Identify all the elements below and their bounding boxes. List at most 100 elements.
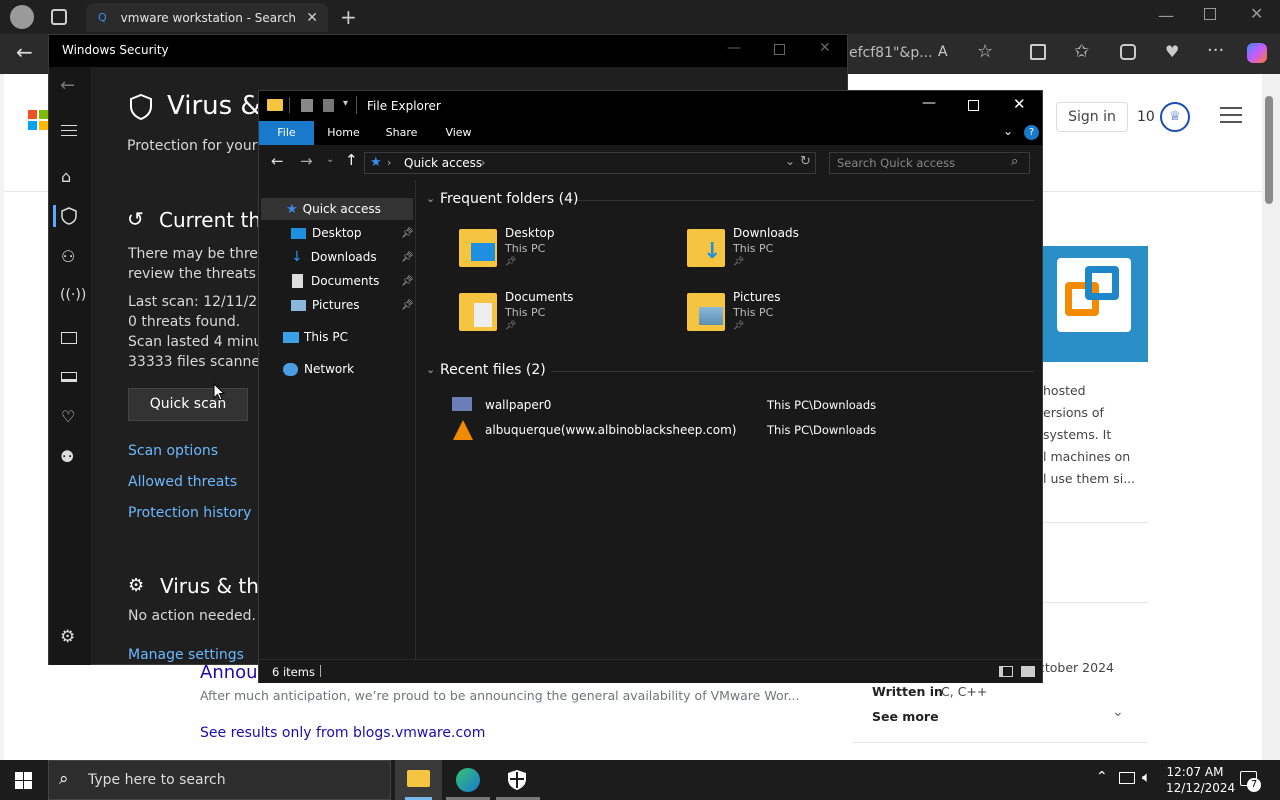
tab-search[interactable]: Q vmware workstation - Search ✕: [86, 3, 328, 32]
device-health-icon[interactable]: ♡: [61, 407, 75, 426]
see-more-link[interactable]: See more: [872, 709, 939, 724]
collections-icon[interactable]: [1120, 44, 1136, 60]
settings-gear-icon[interactable]: ⚙: [60, 627, 75, 647]
knowledge-snippet: hosted ersions of systems. It l machines…: [1043, 383, 1136, 486]
menu-icon[interactable]: [61, 125, 77, 136]
taskbar-file-explorer[interactable]: [395, 760, 442, 800]
recent-file-row[interactable]: albuquerque(www.albinoblacksheep.com) Th…: [449, 420, 1034, 440]
clock[interactable]: 12:07 AM 12/12/2024: [1166, 764, 1235, 796]
address-field[interactable]: ★ › Quick access › ⌄ ↻: [364, 152, 816, 174]
help-icon[interactable]: ?: [1024, 125, 1039, 140]
url-text[interactable]: efcf81"&p...: [849, 45, 933, 61]
folder-tile-downloads[interactable]: ↓ Downloads This PC 📌︎: [685, 226, 885, 272]
customize-dropdown-icon[interactable]: ▾: [343, 98, 348, 109]
recent-file-row[interactable]: wallpaper0 This PC\Downloads: [449, 395, 1034, 415]
result-title[interactable]: Annou: [200, 662, 258, 683]
more-icon[interactable]: ···: [1207, 40, 1224, 61]
close-icon[interactable]: ✕: [1013, 95, 1026, 113]
site-filter-link[interactable]: See results only from blogs.vmware.com: [200, 725, 485, 741]
pin-icon[interactable]: 📌︎: [401, 252, 414, 263]
nav-documents[interactable]: Documents 📌︎: [261, 270, 414, 292]
close-icon[interactable]: ✕: [1250, 4, 1263, 23]
forward-icon[interactable]: →: [300, 152, 313, 170]
rewards-trophy-icon[interactable]: ♕: [1160, 102, 1190, 132]
family-options-icon[interactable]: ⚉: [60, 447, 74, 466]
performance-icon[interactable]: ♥: [1165, 42, 1179, 61]
search-field[interactable]: Search Quick access ⌕: [829, 152, 1030, 174]
firewall-network-icon[interactable]: ((·)): [60, 287, 86, 303]
nav-label: This PC: [304, 330, 348, 344]
nav-network[interactable]: Network: [261, 358, 413, 380]
back-icon[interactable]: ←: [271, 152, 284, 170]
volume-muted-icon[interactable]: 🔈︎: [1142, 768, 1151, 786]
new-folder-icon[interactable]: [323, 99, 334, 112]
restore-icon[interactable]: [1204, 8, 1216, 20]
nav-pictures[interactable]: Pictures 📌︎: [261, 294, 414, 316]
details-view-icon[interactable]: [999, 666, 1013, 677]
scrollbar-thumb[interactable]: [1265, 96, 1273, 204]
device-security-icon[interactable]: [61, 372, 77, 382]
show-hidden-icons-icon[interactable]: ⌃: [1096, 769, 1108, 785]
minimize-icon[interactable]: —: [727, 40, 741, 56]
favorites-icon[interactable]: ✩: [1074, 41, 1089, 62]
pin-icon[interactable]: 📌︎: [401, 276, 414, 287]
tab-actions-icon[interactable]: [51, 9, 67, 25]
minimize-icon[interactable]: —: [1158, 6, 1174, 25]
quick-scan-button[interactable]: Quick scan: [128, 388, 248, 421]
folder-tile-pictures[interactable]: Pictures This PC 📌︎: [685, 290, 885, 336]
copilot-icon[interactable]: [1247, 43, 1267, 63]
network-status-icon[interactable]: [1119, 772, 1135, 784]
tab-view[interactable]: View: [436, 121, 481, 145]
minimize-icon[interactable]: —: [922, 95, 936, 111]
folder-tile-documents[interactable]: Documents This PC 📌︎: [457, 290, 657, 336]
profile-avatar[interactable]: [10, 5, 34, 29]
app-browser-icon[interactable]: [61, 332, 77, 344]
read-aloud-icon[interactable]: A: [938, 44, 948, 60]
protection-history-link[interactable]: Protection history: [128, 505, 251, 521]
nav-desktop[interactable]: Desktop 📌︎: [261, 222, 414, 244]
back-icon[interactable]: ←: [16, 40, 33, 64]
close-icon[interactable]: ✕: [819, 40, 831, 56]
chevron-down-icon[interactable]: ⌄: [1112, 704, 1124, 720]
expand-ribbon-icon[interactable]: ⌄: [1003, 124, 1013, 138]
maximize-icon[interactable]: [774, 44, 785, 55]
pin-icon[interactable]: 📌︎: [401, 228, 414, 239]
new-tab-icon[interactable]: +: [340, 5, 357, 29]
back-icon[interactable]: ←: [60, 75, 75, 96]
hamburger-menu-icon[interactable]: [1220, 107, 1242, 123]
scan-options-link[interactable]: Scan options: [128, 443, 218, 459]
close-tab-icon[interactable]: ✕: [306, 10, 318, 26]
favorite-star-icon[interactable]: ☆: [977, 41, 993, 62]
sign-in-button[interactable]: Sign in: [1056, 102, 1128, 132]
allowed-threats-link[interactable]: Allowed threats: [128, 474, 237, 490]
recent-locations-icon[interactable]: ⌄: [326, 154, 334, 165]
large-icons-view-icon[interactable]: [1021, 666, 1035, 677]
start-windows-icon[interactable]: [15, 772, 32, 789]
collapse-chevron-icon[interactable]: ⌄: [426, 363, 435, 376]
tab-home[interactable]: Home: [321, 121, 366, 145]
windows-security-taskbar-icon[interactable]: [507, 769, 527, 791]
collapse-chevron-icon[interactable]: ⌄: [426, 192, 435, 205]
nav-downloads[interactable]: ↓ Downloads 📌︎: [261, 246, 414, 268]
up-icon[interactable]: ↑: [345, 151, 358, 169]
tab-bar: Q vmware workstation - Search ✕ + — ✕: [0, 0, 1280, 34]
split-screen-icon[interactable]: [1030, 44, 1046, 60]
rewards-count[interactable]: 10: [1137, 109, 1155, 125]
edge-browser-icon[interactable]: [456, 768, 480, 792]
tab-file[interactable]: File: [259, 121, 314, 145]
shield-icon[interactable]: [61, 207, 77, 225]
taskbar-search-box[interactable]: ⌕ Type here to search: [48, 760, 391, 800]
breadcrumb-quick-access[interactable]: Quick access: [404, 156, 482, 170]
folder-tile-desktop[interactable]: Desktop This PC 📌︎: [457, 226, 657, 272]
nav-quick-access[interactable]: ★ Quick access: [261, 198, 413, 220]
home-icon[interactable]: ⌂: [61, 167, 71, 186]
properties-icon[interactable]: [301, 99, 313, 112]
tab-share[interactable]: Share: [379, 121, 424, 145]
refresh-icon[interactable]: ↻: [800, 154, 811, 169]
maximize-icon[interactable]: [968, 100, 979, 111]
nav-this-pc[interactable]: This PC: [261, 326, 413, 348]
manage-settings-link[interactable]: Manage settings: [128, 647, 244, 663]
address-dropdown-icon[interactable]: ⌄: [785, 154, 795, 168]
pin-icon[interactable]: 📌︎: [401, 300, 414, 311]
account-icon[interactable]: ⚇: [61, 247, 75, 266]
